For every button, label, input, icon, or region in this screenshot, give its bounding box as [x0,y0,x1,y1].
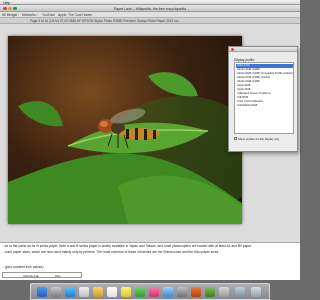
close-dialog-button[interactable] [231,47,234,51]
display-only-checkbox[interactable] [234,137,237,140]
photo-canvas [8,36,242,224]
photo-app-icon[interactable] [205,287,215,297]
dock [30,283,270,300]
page-text-area: ...ze to the same as for B series paper.… [0,242,300,280]
browser-window: Paper Lace – Wikipedia, the free encyclo… [0,5,300,242]
dialog-titlebar [229,47,297,52]
firefox-icon[interactable] [191,287,201,297]
window-titlebar: Paper Lace – Wikipedia, the free encyclo… [0,5,300,12]
launchpad-icon[interactable] [51,287,61,297]
table-header: Kiku [55,274,61,278]
app-store-icon[interactable] [163,287,173,297]
safari-icon[interactable] [65,287,75,297]
image-viewer: Display profile: Color LCD Adobe RGB (19… [0,24,300,242]
paper-size-table: Shiroku-ban Kiku [2,272,82,278]
window-title: Paper Lace – Wikipedia, the free encyclo… [113,6,187,11]
text-line: ...ze to the same as for B series paper.… [2,244,252,248]
finder-icon[interactable] [37,287,47,297]
downloads-stack-icon[interactable] [235,287,245,297]
table-header: Shiroku-ban [23,274,40,278]
display-profile-dialog: Display profile: Color LCD Adobe RGB (19… [228,46,298,152]
calendar-icon[interactable] [107,287,117,297]
display-only-label: Show profiles for this display only [238,136,280,141]
help-menu[interactable]: Help [3,1,10,5]
text-line: ...ound paper sizes, which are now used … [2,250,220,254]
hoverfly-photo [8,72,242,224]
image-info-text: Page 5 of 15 (1/4 tc) 07-09-3836.HF EPSO… [30,19,179,23]
mail-icon[interactable] [79,287,89,297]
bookmark-item[interactable]: YouTube [42,13,55,17]
contacts-icon[interactable] [93,287,103,297]
system-preferences-icon[interactable] [177,287,187,297]
preview-icon[interactable] [219,287,229,297]
bookmark-item[interactable]: The Cool Hunter [68,13,92,17]
notes-icon[interactable] [121,287,131,297]
messages-icon[interactable] [135,287,145,297]
profile-item[interactable]: ColorMatch RGB [236,104,293,108]
bookmark-item[interactable]: Wi Bengal › [2,13,19,17]
bookmark-item[interactable]: Networks › [22,13,38,17]
bookmark-item[interactable]: Apple [58,13,66,17]
profile-list[interactable]: Color LCD Adobe RGB (1998) Adobe RGB (19… [234,62,294,134]
text-line: ...(plus rounded inch values) [2,265,44,269]
itunes-icon[interactable] [149,287,159,297]
trash-icon[interactable] [251,287,261,297]
